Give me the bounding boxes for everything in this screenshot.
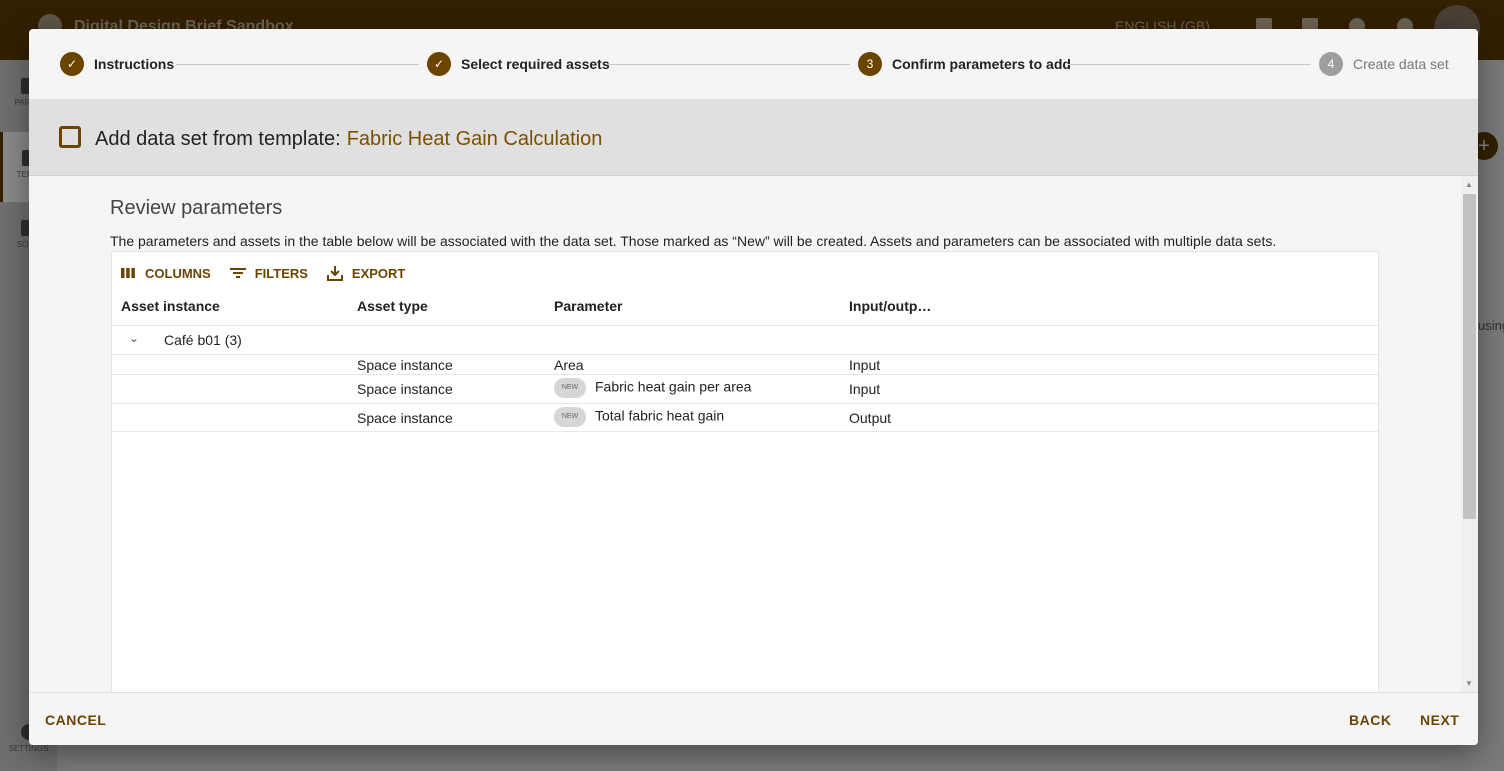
columns-button[interactable]: COLUMNS xyxy=(119,264,211,282)
next-button[interactable]: NEXT xyxy=(1420,712,1459,728)
step-confirm-parameters: 3 Confirm parameters to add xyxy=(858,52,1071,76)
scroll-down-icon[interactable]: ▼ xyxy=(1465,679,1473,688)
column-header-asset-type[interactable]: Asset type xyxy=(357,298,428,314)
column-header-asset-instance[interactable]: Asset instance xyxy=(121,298,220,314)
scrollbar[interactable]: ▲ ▼ xyxy=(1461,176,1478,692)
new-badge: NEW xyxy=(554,407,586,427)
step-create-data-set: 4 Create data set xyxy=(1319,52,1449,76)
step-select-assets: ✓ Select required assets xyxy=(427,52,610,76)
back-button[interactable]: BACK xyxy=(1349,712,1391,728)
filter-icon xyxy=(229,268,246,278)
table-header: Asset instance Asset type Parameter Inpu… xyxy=(112,288,1378,326)
scroll-up-icon[interactable]: ▲ xyxy=(1465,180,1473,189)
background-text: using xyxy=(1478,318,1504,333)
export-button[interactable]: EXPORT xyxy=(326,264,405,282)
title-prefix: Add data set from template: xyxy=(95,128,341,150)
table-row[interactable]: Space instance Area Input xyxy=(112,355,1378,375)
cancel-button[interactable]: CANCEL xyxy=(45,712,106,728)
step-label: Select required assets xyxy=(461,56,610,72)
group-row[interactable]: ⌄ Café b01 (3) xyxy=(112,326,1378,355)
column-header-input-output[interactable]: Input/outp… xyxy=(849,298,931,314)
template-name: Fabric Heat Gain Calculation xyxy=(346,128,603,150)
dialog-content: Review parameters The parameters and ass… xyxy=(29,176,1461,696)
filters-label: FILTERS xyxy=(254,265,308,281)
columns-icon xyxy=(121,268,135,278)
step-label: Confirm parameters to add xyxy=(892,56,1071,72)
template-icon xyxy=(59,126,81,148)
step-label: Create data set xyxy=(1353,56,1449,72)
parameter-cell: NEW Fabric heat gain per area xyxy=(554,378,751,398)
parameter-name: Fabric heat gain per area xyxy=(595,378,752,395)
table-row[interactable]: Space instance NEW Fabric heat gain per a… xyxy=(112,375,1378,404)
dialog-footer: CANCEL BACK NEXT xyxy=(29,692,1478,745)
step-connector xyxy=(608,64,850,65)
scrollbar-thumb[interactable] xyxy=(1463,194,1476,519)
io-cell: Input xyxy=(849,381,881,397)
asset-type-cell: Space instance xyxy=(357,381,453,397)
column-header-parameter[interactable]: Parameter xyxy=(554,298,623,314)
step-label: Instructions xyxy=(94,56,175,72)
io-cell: Input xyxy=(849,357,881,373)
table-row[interactable]: Space instance NEW Total fabric heat gain… xyxy=(112,404,1378,432)
step-number: 4 xyxy=(1319,52,1343,76)
description: The parameters and assets in the table b… xyxy=(110,233,1277,249)
step-instructions: ✓ Instructions xyxy=(60,52,174,76)
dialog-title: Add data set from template: Fabric Heat G… xyxy=(95,128,602,151)
check-icon: ✓ xyxy=(427,52,451,76)
asset-type-cell: Space instance xyxy=(357,357,453,373)
new-badge: NEW xyxy=(554,378,586,398)
export-label: EXPORT xyxy=(351,265,406,281)
columns-label: COLUMNS xyxy=(145,265,211,281)
parameter-cell: NEW Total fabric heat gain xyxy=(554,407,724,427)
io-cell: Output xyxy=(849,410,892,426)
download-icon xyxy=(326,266,343,281)
step-number: 3 xyxy=(858,52,882,76)
stepper: ✓ Instructions ✓ Select required assets 3C… xyxy=(29,29,1478,100)
asset-type-cell: Space instance xyxy=(357,410,453,426)
step-connector xyxy=(176,64,419,65)
table-toolbar: COLUMNS FILTERS EXPORT xyxy=(119,264,405,282)
group-label: Café b01 (3) xyxy=(164,332,242,348)
sidebar-item-label: SETTINGS xyxy=(8,744,49,753)
dialog-header: Add data set from template: Fabric Heat G… xyxy=(29,100,1478,176)
parameter-cell: Area xyxy=(554,357,584,373)
parameter-name: Total fabric heat gain xyxy=(595,407,725,424)
chevron-down-icon[interactable]: ⌄ xyxy=(129,331,139,345)
check-icon: ✓ xyxy=(60,52,84,76)
step-connector xyxy=(1068,64,1311,65)
add-data-set-dialog: ✓ Instructions ✓ Select required assets 3C… xyxy=(29,29,1478,745)
parameters-table: COLUMNS FILTERS EXPORT Asset instance As… xyxy=(111,251,1379,696)
section-title: Review parameters xyxy=(110,197,283,219)
filters-button[interactable]: FILTERS xyxy=(229,264,308,282)
